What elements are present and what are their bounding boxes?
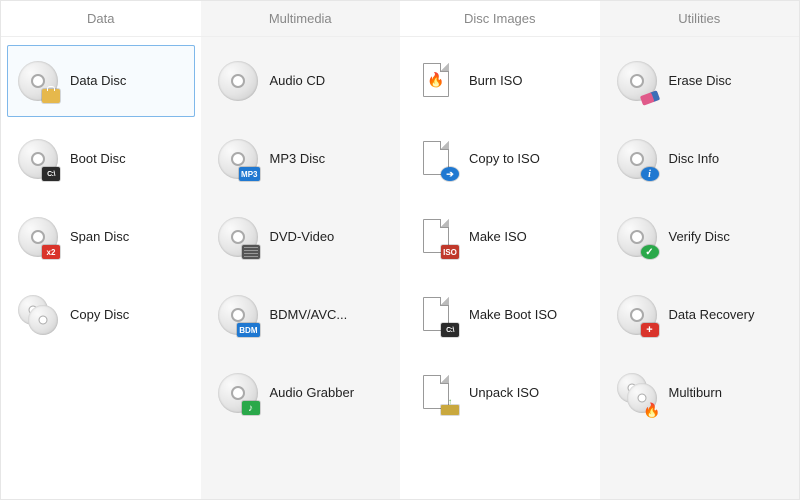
item-label: BDMV/AVC... xyxy=(270,307,348,323)
item-copy-disc[interactable]: Copy Disc xyxy=(7,279,195,351)
column-items: Erase Disc Disc Info Verify Disc Data Re… xyxy=(600,37,800,499)
item-dvd-video[interactable]: DVD-Video xyxy=(207,201,395,273)
disc-mp3-icon: MP3 xyxy=(218,139,258,179)
item-label: Make ISO xyxy=(469,229,527,245)
item-burn-iso[interactable]: Burn ISO xyxy=(406,45,594,117)
page-arrow-icon xyxy=(417,139,457,179)
item-verify-disc[interactable]: Verify Disc xyxy=(606,201,794,273)
item-label: Unpack ISO xyxy=(469,385,539,401)
column-header: Data xyxy=(1,1,201,37)
item-label: Data Recovery xyxy=(669,307,755,323)
column-header: Utilities xyxy=(600,1,800,37)
page-iso-icon: ISO xyxy=(417,217,457,257)
column-disc-images: Disc Images Burn ISO Copy to ISO ISO Mak… xyxy=(400,1,600,499)
item-copy-to-iso[interactable]: Copy to ISO xyxy=(406,123,594,195)
disc-note-icon xyxy=(218,373,258,413)
disc-double-flame-icon xyxy=(617,373,657,413)
item-label: DVD-Video xyxy=(270,229,335,245)
item-label: Audio CD xyxy=(270,73,326,89)
disc-eraser-icon xyxy=(617,61,657,101)
item-data-recovery[interactable]: Data Recovery xyxy=(606,279,794,351)
column-data: Data Data Disc Boot Disc x2 Span Disc Co… xyxy=(1,1,201,499)
disc-double-icon xyxy=(18,295,58,335)
item-label: Audio Grabber xyxy=(270,385,355,401)
item-label: Multiburn xyxy=(669,385,722,401)
disc-x2-icon: x2 xyxy=(18,217,58,257)
column-utilities: Utilities Erase Disc Disc Info Verify Di… xyxy=(600,1,800,499)
item-label: Span Disc xyxy=(70,229,129,245)
column-items: Audio CD MP3 MP3 Disc DVD-Video BDM BDMV… xyxy=(201,37,401,499)
item-boot-disc[interactable]: Boot Disc xyxy=(7,123,195,195)
item-audio-grabber[interactable]: Audio Grabber xyxy=(207,357,395,429)
category-grid: Data Data Disc Boot Disc x2 Span Disc Co… xyxy=(0,0,800,500)
item-data-disc[interactable]: Data Disc xyxy=(7,45,195,117)
column-header: Multimedia xyxy=(201,1,401,37)
item-unpack-iso[interactable]: Unpack ISO xyxy=(406,357,594,429)
item-disc-info[interactable]: Disc Info xyxy=(606,123,794,195)
page-unpack-icon xyxy=(417,373,457,413)
column-items: Burn ISO Copy to ISO ISO Make ISO Make B… xyxy=(400,37,600,499)
column-multimedia: Multimedia Audio CD MP3 MP3 Disc DVD-Vid… xyxy=(201,1,401,499)
disc-check-icon xyxy=(617,217,657,257)
item-mp3-disc[interactable]: MP3 MP3 Disc xyxy=(207,123,395,195)
page-prompt-icon xyxy=(417,295,457,335)
item-multiburn[interactable]: Multiburn xyxy=(606,357,794,429)
item-label: Boot Disc xyxy=(70,151,126,167)
item-label: MP3 Disc xyxy=(270,151,326,167)
disc-bdm-icon: BDM xyxy=(218,295,258,335)
item-label: Disc Info xyxy=(669,151,720,167)
page-flame-icon xyxy=(417,61,457,101)
item-label: Data Disc xyxy=(70,73,126,89)
item-label: Burn ISO xyxy=(469,73,522,89)
item-make-boot-iso[interactable]: Make Boot ISO xyxy=(406,279,594,351)
disc-med-icon xyxy=(617,295,657,335)
item-label: Copy to ISO xyxy=(469,151,540,167)
item-label: Verify Disc xyxy=(669,229,730,245)
item-label: Erase Disc xyxy=(669,73,732,89)
disc-lock-icon xyxy=(18,61,58,101)
column-items: Data Disc Boot Disc x2 Span Disc Copy Di… xyxy=(1,37,201,499)
item-label: Make Boot ISO xyxy=(469,307,557,323)
item-span-disc[interactable]: x2 Span Disc xyxy=(7,201,195,273)
disc-prompt-icon xyxy=(18,139,58,179)
item-label: Copy Disc xyxy=(70,307,129,323)
item-erase-disc[interactable]: Erase Disc xyxy=(606,45,794,117)
item-audio-cd[interactable]: Audio CD xyxy=(207,45,395,117)
disc-film-icon xyxy=(218,217,258,257)
disc-info-icon xyxy=(617,139,657,179)
disc-icon xyxy=(218,61,258,101)
column-header: Disc Images xyxy=(400,1,600,37)
item-bdmv-avc[interactable]: BDM BDMV/AVC... xyxy=(207,279,395,351)
item-make-iso[interactable]: ISO Make ISO xyxy=(406,201,594,273)
